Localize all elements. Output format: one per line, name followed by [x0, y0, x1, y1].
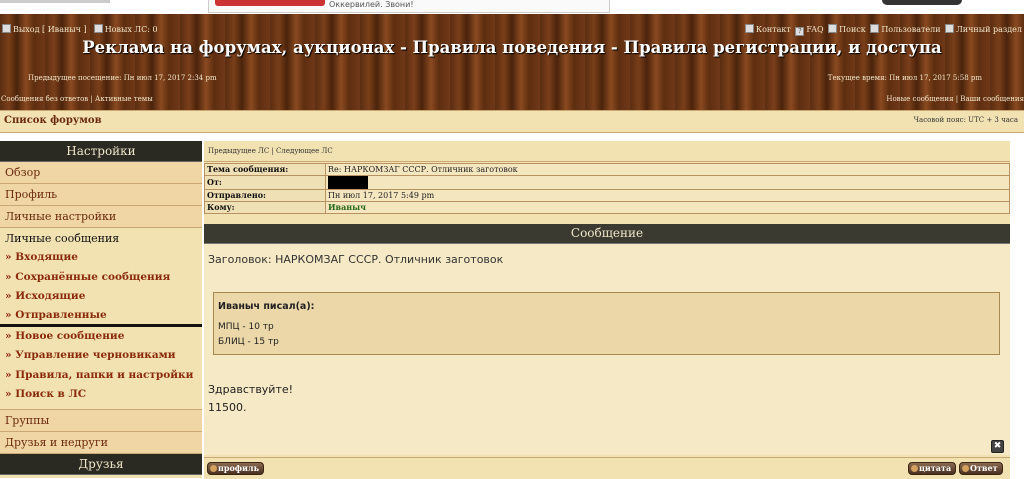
prev-next-links[interactable]: Предыдущее ЛС | Следующее ЛС: [204, 141, 1014, 162]
friends-header: Друзья: [0, 453, 202, 475]
sidebar-item-sent[interactable]: » Отправленные: [0, 307, 202, 327]
quote-icon: [911, 465, 918, 472]
quote-line-2: БЛИЦ - 15 тр: [218, 337, 279, 347]
forum-bar: Список форумов Часовой пояс: UTC + 3 час…: [0, 110, 1024, 133]
from-label: От:: [204, 175, 326, 190]
header-ornament: [882, 0, 962, 5]
reply-icon: [962, 465, 969, 472]
sent-value: Пн июл 17, 2017 5:49 pm: [325, 189, 1010, 202]
message-header: Сообщение: [204, 224, 1010, 244]
message-header-table: Тема сообщения: Re: НАРКОМЗАГ СССР. Отли…: [204, 163, 1010, 214]
page-right-margin: [1010, 141, 1024, 478]
quote-block: Иваныч писал(а): МПЦ - 10 тр БЛИЦ - 15 т…: [213, 292, 1000, 355]
quote-author: Иваныч писал(а):: [218, 301, 315, 312]
site-title[interactable]: Реклама на форумах, аукционах - Правила …: [0, 38, 1024, 57]
message-greeting: Здравствуйте!: [208, 383, 294, 396]
current-time: Текущее время: Пн июл 17, 2017 5:58 pm: [827, 74, 982, 82]
sidebar-item-rules[interactable]: » Правила, папки и настройки: [0, 366, 202, 386]
ad-banner-text: Оккервилей. Звони!: [329, 0, 414, 9]
recipient-link[interactable]: Иваныч: [328, 202, 366, 212]
from-value: [325, 175, 1010, 190]
search-icon: [828, 24, 838, 33]
delete-message-button[interactable]: ✖: [991, 440, 1004, 453]
quote-line-1: МПЦ - 10 тр: [218, 322, 274, 332]
faq-icon: ?: [795, 27, 805, 36]
to-value: Иваныч: [325, 201, 1010, 214]
profile-button-label: профиль: [218, 463, 260, 473]
users-icon: [870, 24, 880, 33]
unanswered-active-links[interactable]: Сообщения без ответов | Активные темы: [1, 95, 153, 103]
redacted-sender: [328, 176, 368, 189]
quote-button-label: цитата: [919, 463, 952, 473]
reply-button[interactable]: Ответ: [959, 462, 1003, 475]
users-link[interactable]: Пользователи: [881, 25, 940, 34]
top-left-bar: [0, 0, 110, 3]
sidebar-item-drafts[interactable]: » Управление черновиками: [0, 346, 202, 366]
sidebar-item-inbox[interactable]: » Входящие: [0, 248, 202, 268]
site-header: Выход [ Иваныч ] Новых ЛС: 0 Контакт ? FA…: [0, 14, 1024, 110]
logout-link[interactable]: Выход [ Иваныч ]: [13, 25, 87, 34]
message-subject-line: Заголовок: НАРКОМЗАГ СССР. Отличник заго…: [208, 253, 504, 266]
message-price: 11500.: [208, 401, 247, 414]
sidebar-item-search-pm[interactable]: » Поиск в ЛС: [0, 385, 202, 405]
new-pm-link[interactable]: Новых ЛС: 0: [105, 25, 158, 34]
new-own-posts-links[interactable]: Новые сообщения | Ваши сообщения: [886, 95, 1024, 103]
message-body: Заголовок: НАРКОМЗАГ СССР. Отличник заго…: [204, 244, 1010, 455]
sidebar: Настройки Обзор Профиль Личные настройки…: [0, 141, 202, 478]
sidebar-item-saved[interactable]: » Сохранённые сообщения: [0, 268, 202, 288]
browser-top-strip: Оккервилей. Звони!: [0, 0, 1024, 14]
profile-icon: [210, 465, 217, 472]
sidebar-item-groups[interactable]: Группы: [0, 409, 202, 432]
previous-visit: Предыдущее посещение: Пн июл 17, 2017 2:…: [28, 74, 217, 82]
logout-icon: [2, 24, 11, 33]
top-nav: Выход [ Иваныч ] Новых ЛС: 0 Контакт ? FA…: [0, 24, 1024, 38]
personal-link[interactable]: Личный раздел: [956, 25, 1022, 34]
subject-value: Re: НАРКОМЗАГ СССР. Отличник заготовок: [325, 163, 1010, 176]
personal-icon: [945, 24, 955, 33]
search-link[interactable]: Поиск: [839, 25, 866, 34]
sidebar-section-pm[interactable]: Личные сообщения: [0, 228, 202, 248]
message-footer: профиль цитата Ответ: [204, 457, 1010, 479]
sidebar-item-friends-foes[interactable]: Друзья и недруги: [0, 431, 202, 454]
ad-banner[interactable]: Оккервилей. Звони!: [208, 0, 610, 13]
sidebar-item-overview[interactable]: Обзор: [0, 162, 202, 184]
reply-button-label: Ответ: [970, 463, 998, 473]
sidebar-item-outbox[interactable]: » Исходящие: [0, 287, 202, 307]
contact-link[interactable]: Контакт: [756, 25, 791, 34]
ad-banner-logo: [215, 0, 325, 6]
sidebar-item-profile[interactable]: Профиль: [0, 184, 202, 206]
settings-header: Настройки: [0, 141, 202, 162]
faq-link[interactable]: FAQ: [806, 25, 823, 34]
to-label: Кому:: [204, 201, 326, 214]
pm-icon: [93, 24, 103, 33]
sent-label: Отправлено:: [204, 189, 326, 202]
sidebar-item-new-message[interactable]: » Новое сообщение: [0, 327, 202, 347]
sidebar-item-preferences[interactable]: Личные настройки: [0, 206, 202, 228]
main-panel: Предыдущее ЛС | Следующее ЛС Тема сообще…: [204, 141, 1014, 479]
quote-button[interactable]: цитата: [908, 462, 957, 475]
forum-index-link[interactable]: Список форумов: [4, 115, 102, 126]
timezone: Часовой пояс: UTC + 3 часа: [913, 116, 1018, 124]
subject-label: Тема сообщения:: [204, 163, 326, 176]
profile-button[interactable]: профиль: [207, 462, 265, 475]
contact-icon: [744, 24, 754, 33]
